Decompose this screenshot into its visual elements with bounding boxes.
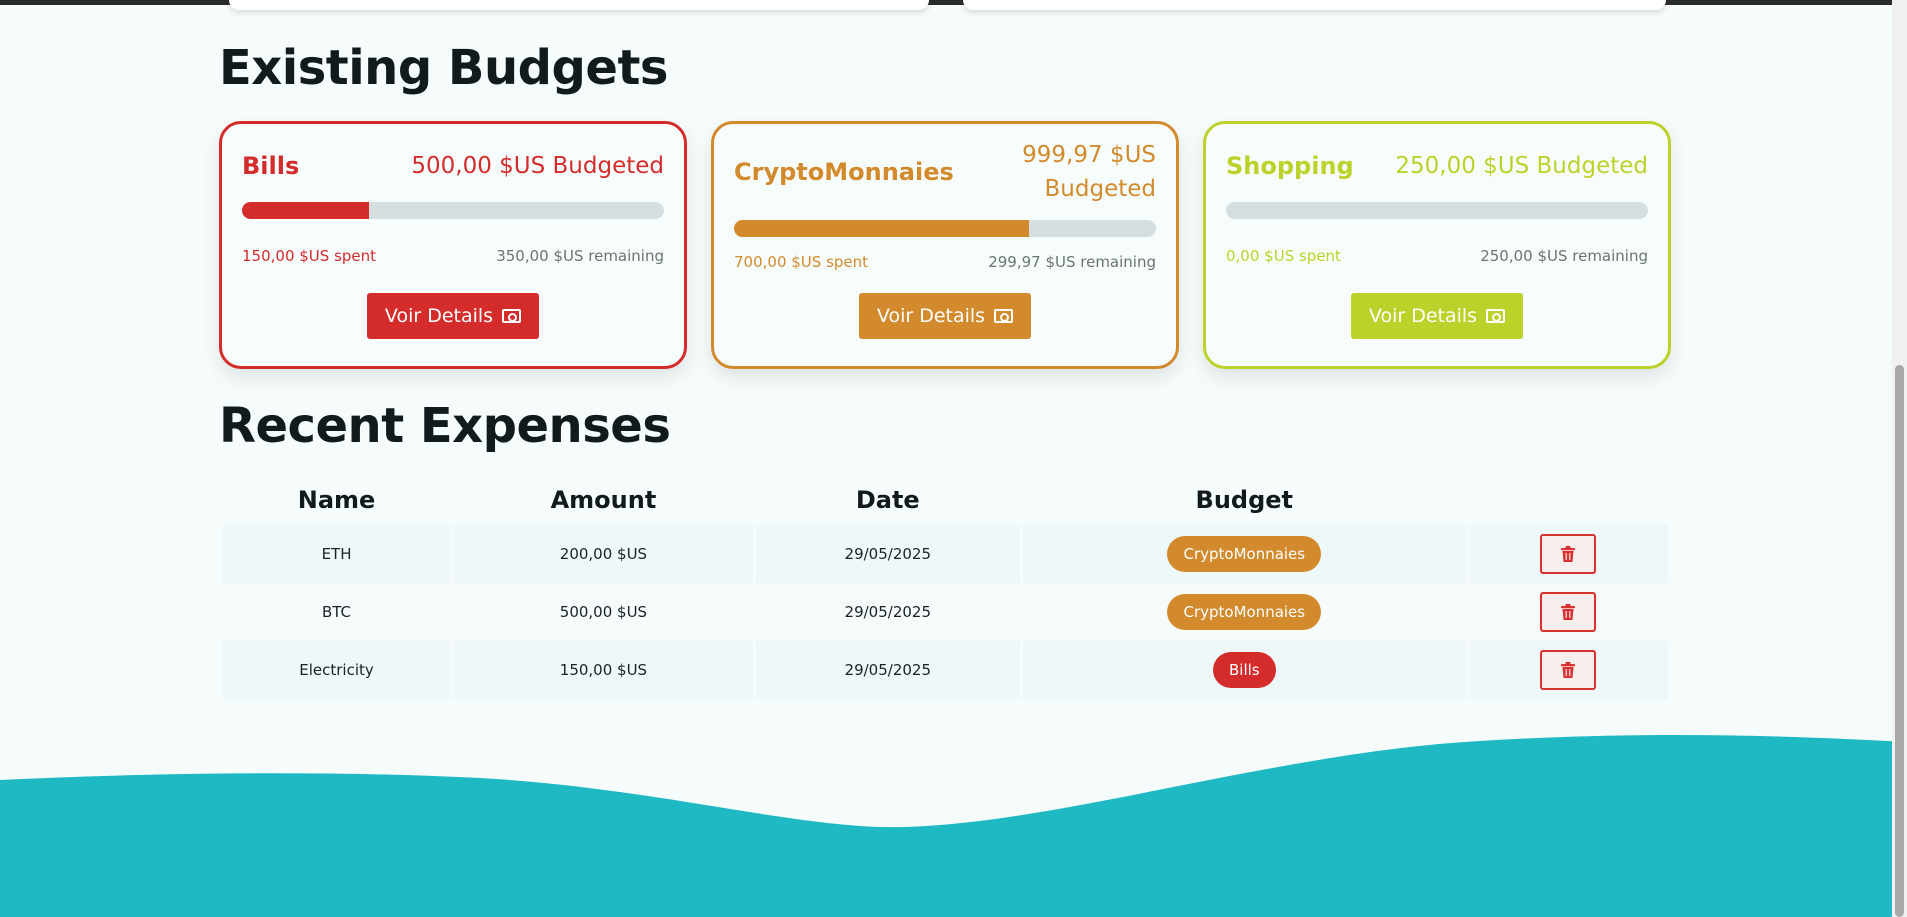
budget-card-shopping: Shopping 250,00 $US Budgeted 0,00 $US sp…: [1203, 121, 1671, 369]
scrollbar-track[interactable]: [1892, 0, 1907, 917]
details-button-label: Voir Details: [876, 305, 986, 327]
cash-icon: [994, 309, 1014, 323]
budget-badge-link[interactable]: Bills: [1212, 652, 1276, 688]
budget-progress-fill: [734, 220, 1030, 237]
budget-spent: 150,00 $US spent: [242, 247, 377, 265]
delete-expense-button[interactable]: [1540, 534, 1597, 574]
budget-progress-fill: [242, 202, 369, 219]
budget-amount: 500,00 $US Budgeted: [411, 153, 664, 179]
expense-budget-cell: CryptoMonnaies: [1023, 583, 1466, 641]
expense-budget-cell: Bills: [1022, 641, 1466, 699]
cash-icon: [502, 309, 522, 323]
column-header-budget: Budget: [1195, 486, 1294, 514]
budget-remaining: 250,00 $US remaining: [1480, 247, 1648, 265]
budget-amount: 999,97 $US Budgeted: [1022, 142, 1156, 202]
trash-icon: [1561, 662, 1576, 678]
delete-expense-button[interactable]: [1540, 650, 1597, 690]
budget-progress-bar: [242, 202, 664, 219]
table-row: Electricity 150,00 $US 29/05/2025 Bills: [222, 641, 1668, 699]
details-button-label: Voir Details: [1368, 305, 1478, 327]
expense-amount: 150,00 $US: [454, 641, 753, 699]
expense-name: Electricity: [222, 641, 452, 699]
budget-name: CryptoMonnaies: [734, 158, 954, 186]
budget-spent: 700,00 $US spent: [734, 253, 869, 271]
view-details-button-shopping[interactable]: Voir Details: [1350, 293, 1524, 339]
expense-date: 29/05/2025: [755, 641, 1020, 699]
budget-progress-bar: [1226, 202, 1648, 219]
recent-expenses-title: Recent Expenses: [219, 398, 671, 454]
budget-name: Shopping: [1226, 152, 1354, 180]
expense-name: BTC: [321, 603, 352, 621]
cash-icon: [1486, 309, 1506, 323]
previous-card-bottom-left: [229, 0, 929, 10]
expense-budget-cell: CryptoMonnaies: [1022, 525, 1466, 583]
budget-badge-link[interactable]: CryptoMonnaies: [1167, 536, 1322, 572]
budget-card-bills: Bills 500,00 $US Budgeted 150,00 $US spe…: [219, 121, 687, 369]
trash-icon: [1561, 604, 1576, 620]
footer-wave: [0, 734, 1907, 917]
page: Existing Budgets Bills 500,00 $US Budget…: [0, 0, 1907, 917]
table-header-row: Name Amount Date Budget: [222, 475, 1668, 525]
expense-actions-cell: [1468, 641, 1668, 699]
budget-remaining: 299,97 $US remaining: [988, 253, 1156, 271]
budget-remaining: 350,00 $US remaining: [496, 247, 664, 265]
budget-name: Bills: [242, 152, 300, 180]
details-button-label: Voir Details: [384, 305, 494, 327]
table-row: ETH 200,00 $US 29/05/2025 CryptoMonnaies: [222, 525, 1668, 583]
budget-amount: 250,00 $US Budgeted: [1395, 153, 1648, 179]
expense-amount: 200,00 $US: [454, 525, 753, 583]
view-details-button-bills[interactable]: Voir Details: [366, 293, 540, 339]
budget-spent: 0,00 $US spent: [1226, 247, 1341, 265]
column-header-amount: Amount: [550, 486, 657, 514]
expense-actions-cell: [1469, 583, 1668, 641]
budget-progress-bar: [734, 220, 1156, 237]
existing-budgets-title: Existing Budgets: [219, 40, 668, 96]
trash-icon: [1561, 546, 1576, 562]
budget-card-cryptomonnaies: CryptoMonnaies 999,97 $US Budgeted 700,0…: [711, 121, 1179, 369]
delete-expense-button[interactable]: [1540, 592, 1597, 632]
expense-name: ETH: [222, 525, 452, 583]
expense-date: 29/05/2025: [755, 525, 1020, 583]
column-header-date: Date: [855, 486, 920, 514]
table-row: BTC 500,00 $US 29/05/2025 CryptoMonnaies: [222, 583, 1668, 641]
expense-date: 29/05/2025: [844, 603, 931, 621]
scrollbar-thumb[interactable]: [1895, 365, 1904, 917]
column-header-actions: [1469, 475, 1668, 525]
column-header-name: Name: [297, 486, 376, 514]
previous-card-bottom-right: [963, 0, 1666, 10]
expense-amount: 500,00 $US: [559, 603, 648, 621]
view-details-button-cryptomonnaies[interactable]: Voir Details: [858, 293, 1032, 339]
expense-actions-cell: [1468, 525, 1668, 583]
budget-badge-link[interactable]: CryptoMonnaies: [1167, 594, 1322, 630]
expenses-table: Name Amount Date Budget ETH 200,00 $US 2…: [219, 475, 1671, 699]
